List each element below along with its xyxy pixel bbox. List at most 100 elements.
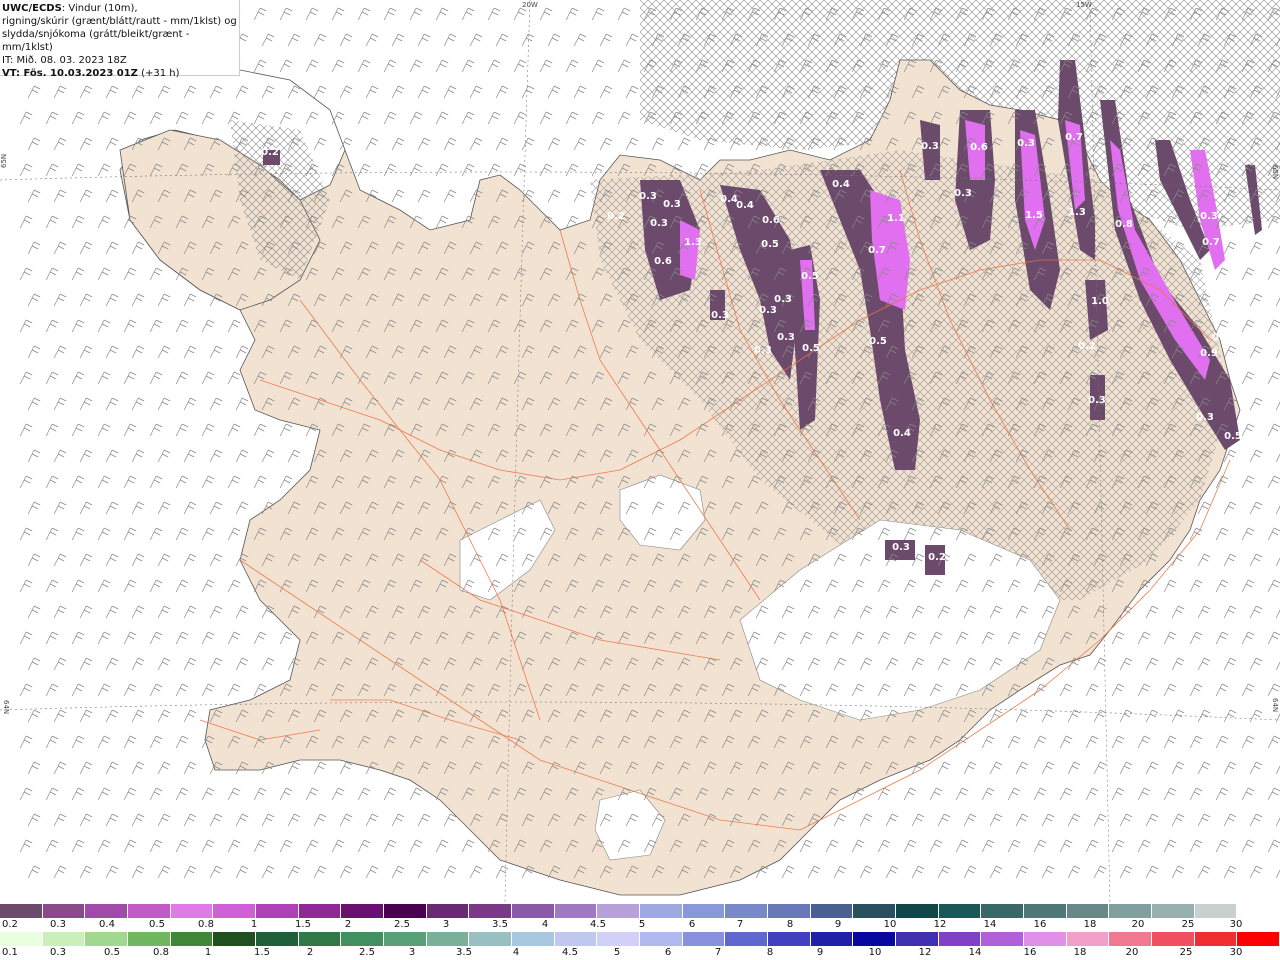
legend-tick-label: 25 — [1181, 919, 1195, 930]
legend-tick-label: 1.5 — [254, 947, 270, 958]
legend-tick-label: 3.5 — [492, 919, 508, 930]
description-line3: slydda/snjókoma (grátt/bleikt/grænt - mm… — [2, 29, 190, 53]
legend-swatch — [554, 904, 598, 918]
legend-tick-label: 0.4 — [99, 919, 115, 930]
legend-swatch — [256, 904, 299, 918]
legend-tick-label: 0.3 — [50, 947, 66, 958]
legend-tick-label: 20 — [1125, 947, 1139, 958]
legend-swatch — [42, 932, 86, 946]
precip-value-label: 0.4 — [893, 428, 911, 439]
legend-swatch — [1024, 904, 1067, 918]
legend-tick-label: 7 — [714, 947, 722, 958]
source-label: UWC/ECDS — [2, 3, 62, 14]
legend-tick-label: 6 — [664, 947, 672, 958]
precip-value-label: 0.5 — [1224, 431, 1242, 442]
legend-tick-label: 4.5 — [562, 947, 578, 958]
legend-swatch — [640, 932, 683, 946]
legend-tick-label: 2.5 — [394, 919, 410, 930]
precip-value-label: 0.7 — [868, 245, 886, 256]
legend-tick-label: 14 — [968, 947, 982, 958]
precip-value-label: 0.3 — [892, 542, 910, 553]
legend-tick-label: 1 — [204, 947, 212, 958]
legend-swatch — [42, 904, 86, 918]
legend-swatch — [426, 904, 470, 918]
coord-label-left-top: 65N — [0, 153, 8, 168]
legend-tick-label: 30 — [1229, 947, 1243, 958]
description-line1: : Vindur (10m), — [61, 3, 138, 14]
legend-tick-label: 30 — [1229, 919, 1243, 930]
legend-swatch — [682, 932, 726, 946]
precip-value-label: 0.3 — [663, 199, 681, 210]
legend-swatch — [768, 932, 811, 946]
precip-value-label: 0.4 — [736, 200, 754, 211]
precip-value-label: 0.3 — [921, 141, 939, 152]
precip-value-label: 0.5 — [869, 336, 887, 347]
legend-tick-label: 16 — [1023, 947, 1037, 958]
precip-value-label: 0.2 — [928, 552, 946, 563]
legend-tick-label: 8 — [766, 947, 774, 958]
legend-swatch — [384, 932, 427, 946]
precip-value-label: 0.3 — [711, 310, 729, 321]
rain-scale-labels: 0.1 0.3 0.5 0.8 1 1.5 2 2.5 3 3.5 4 4.5 5 6 7 8 9 10 12 14 1… — [0, 947, 1280, 959]
precip-value-label: 0.3 — [759, 305, 777, 316]
legend-tick-label: 10 — [883, 919, 897, 930]
legend-swatch — [128, 904, 171, 918]
precip-value-label: 0.2 — [607, 211, 625, 222]
legend-tick-label: 0.5 — [104, 947, 120, 958]
valid-time: VT: Fös. 10.03.2023 01Z — [2, 68, 138, 79]
precip-value-label: 1.5 — [1025, 210, 1043, 221]
legend-swatch — [170, 904, 214, 918]
legend-tick-label: 9 — [834, 919, 842, 930]
legend-tick-label: 18 — [1083, 919, 1097, 930]
legend-swatch — [1109, 932, 1153, 946]
legend-swatch — [554, 932, 598, 946]
legend-swatch — [341, 904, 385, 918]
legend-tick-label: 3.5 — [456, 947, 472, 958]
legend-swatch — [640, 904, 683, 918]
precip-value-label: 0.5 — [801, 271, 819, 282]
legend-swatch — [85, 904, 129, 918]
coord-label-top-left: 20W — [522, 1, 538, 9]
precip-value-label: 1.3 — [1068, 207, 1086, 218]
legend-swatch — [1152, 932, 1195, 946]
legend-swatch — [170, 932, 214, 946]
legend-tick-label: 14 — [983, 919, 997, 930]
legend-tick-label: 7 — [736, 919, 744, 930]
legend-swatch — [0, 932, 43, 946]
coord-label-left-bottom: 64N — [2, 700, 10, 715]
precip-value-label: 0.7 — [1202, 237, 1220, 248]
legend-tick-label: 4 — [512, 947, 520, 958]
legend-swatch — [341, 932, 385, 946]
precip-value-label: 0.3 — [1200, 211, 1218, 222]
precip-value-label: 0.6 — [970, 142, 988, 153]
precip-value-label: 0.3 — [639, 191, 657, 202]
snow-color-scale — [0, 904, 1280, 918]
legend-swatch — [896, 904, 939, 918]
legend-tick-label: 5 — [613, 947, 621, 958]
legend-tick-label: 0.8 — [153, 947, 169, 958]
legend-swatch — [1066, 932, 1110, 946]
precip-value-label: 0.7 — [1065, 132, 1083, 143]
legend-swatch — [512, 904, 555, 918]
legend-tick-label: 1.5 — [295, 919, 311, 930]
legend-swatch — [384, 904, 427, 918]
legend-swatch — [213, 932, 257, 946]
legend-swatch — [128, 932, 171, 946]
legend-swatch — [1024, 932, 1067, 946]
precip-value-label: 0.3 — [650, 218, 668, 229]
legend-tick-label: 4.5 — [590, 919, 606, 930]
legend-swatch — [0, 904, 43, 918]
precip-value-label: 0.6 — [762, 215, 780, 226]
description-line2: rigning/skúrir (grænt/blátt/rautt - mm/1… — [2, 16, 237, 27]
precip-value-label: 0.5 — [761, 239, 779, 250]
legend-swatch — [298, 932, 342, 946]
legend-tick-label: 3 — [408, 947, 416, 958]
precip-value-label: 0.5 — [802, 343, 820, 354]
legend-tick-label: 5 — [638, 919, 646, 930]
legend-tick-label: 3 — [442, 919, 450, 930]
legend-swatch — [256, 932, 299, 946]
precip-value-label: 0.3 — [1196, 412, 1214, 423]
legend-swatch — [1194, 904, 1238, 918]
legend-swatch — [298, 904, 342, 918]
legend-swatch — [896, 932, 939, 946]
